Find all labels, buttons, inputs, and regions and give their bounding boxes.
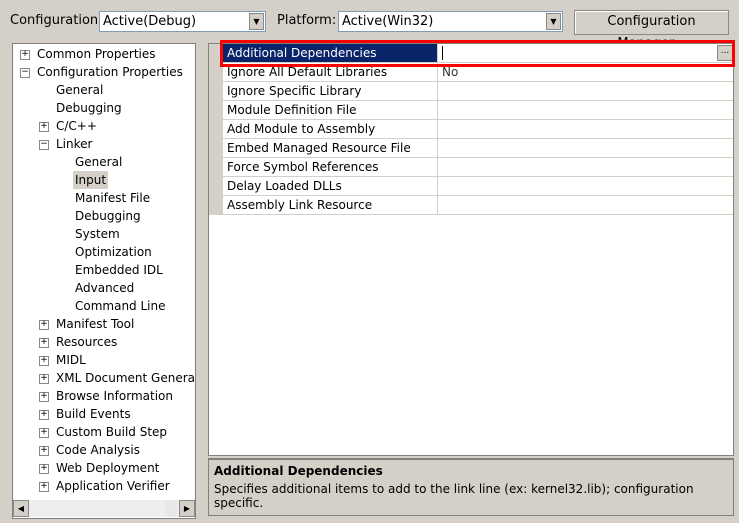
property-row[interactable]: Delay Loaded DLLs	[223, 177, 733, 196]
property-name: Assembly Link Resource	[223, 196, 438, 214]
expand-icon[interactable]: +	[39, 410, 49, 420]
property-name: Force Symbol References	[223, 158, 438, 176]
platform-value: Active(Win32)	[342, 14, 434, 29]
tree-item-label: Linker	[56, 137, 93, 151]
property-name: Add Module to Assembly	[223, 120, 438, 138]
chevron-down-icon[interactable]: ▼	[546, 13, 561, 30]
expand-icon[interactable]: +	[20, 50, 30, 60]
description-title: Additional Dependencies	[214, 464, 383, 478]
description-panel: Additional Dependencies Specifies additi…	[208, 458, 734, 516]
expand-icon[interactable]: +	[39, 356, 49, 366]
platform-label: Platform:	[277, 13, 337, 28]
property-name: Delay Loaded DLLs	[223, 177, 438, 195]
expand-icon[interactable]: +	[39, 122, 49, 132]
tree-item-label: Common Properties	[37, 47, 156, 61]
property-name: Embed Managed Resource File	[223, 139, 438, 157]
configuration-label: Configuration:	[10, 13, 103, 28]
property-row[interactable]: Embed Managed Resource File	[223, 139, 733, 158]
expand-icon[interactable]: +	[39, 428, 49, 438]
tree-item-label: Resources	[56, 335, 118, 349]
property-grid: Additional Dependencies... Ignore All Def…	[208, 43, 734, 456]
tree-item-label: Command Line	[75, 299, 166, 313]
tree-item-label: Advanced	[75, 281, 135, 295]
property-row[interactable]: Ignore Specific Library	[223, 82, 733, 101]
tree-item-label: Debugging	[75, 209, 141, 223]
configuration-dropdown[interactable]: Active(Debug) ▼	[99, 11, 266, 32]
grid-gutter	[209, 44, 223, 215]
platform-dropdown[interactable]: Active(Win32) ▼	[338, 11, 563, 32]
tree-item-label: Configuration Properties	[37, 65, 183, 79]
highlight-box	[220, 40, 735, 67]
tree-item-label: System	[75, 227, 120, 241]
property-row[interactable]: Module Definition File	[223, 101, 733, 120]
expand-icon[interactable]: +	[39, 446, 49, 456]
expand-icon[interactable]: +	[39, 464, 49, 474]
tree-item-label: MIDL	[56, 353, 86, 367]
expand-icon[interactable]: +	[39, 392, 49, 402]
scroll-right-icon[interactable]: ▶	[179, 500, 195, 517]
property-name: Module Definition File	[223, 101, 438, 119]
tree-item-label: Web Deployment	[56, 461, 160, 475]
tree-item-label: XML Document Generator	[56, 371, 196, 385]
tree-item-label: Manifest Tool	[56, 317, 135, 331]
configuration-manager-button[interactable]: Configuration Manager...	[574, 10, 729, 51]
property-row[interactable]: Assembly Link Resource	[223, 196, 733, 215]
tree-item-label: Manifest File	[75, 191, 151, 205]
tree-item-label: Browse Information	[56, 389, 173, 403]
expand-icon[interactable]: +	[39, 374, 49, 384]
expand-icon[interactable]: +	[39, 482, 49, 492]
tree-item-label: General	[56, 83, 104, 97]
property-tree[interactable]: + Common Properties − Configuration Propert…	[12, 43, 196, 519]
property-row[interactable]: Force Symbol References	[223, 158, 733, 177]
tree-item-label: Input	[73, 171, 109, 189]
tree-item-label: Debugging	[56, 101, 122, 115]
collapse-icon[interactable]: −	[20, 68, 30, 78]
scroll-left-icon[interactable]: ◀	[13, 500, 29, 517]
expand-icon[interactable]: +	[39, 320, 49, 330]
tree-item-label: C/C++	[56, 119, 97, 133]
tree-item-label: General	[75, 155, 123, 169]
configuration-value: Active(Debug)	[103, 14, 197, 29]
tree-item-label: Optimization	[75, 245, 152, 259]
property-row[interactable]: Add Module to Assembly	[223, 120, 733, 139]
property-name: Ignore Specific Library	[223, 82, 438, 100]
tree-item-label: Embedded IDL	[75, 263, 163, 277]
chevron-down-icon[interactable]: ▼	[249, 13, 264, 30]
description-text: Specifies additional items to add to the…	[214, 482, 694, 510]
tree-item-label: Custom Build Step	[56, 425, 168, 439]
tree-item-label: Build Events	[56, 407, 131, 421]
tree-item-label: Application Verifier	[56, 479, 170, 493]
expand-icon[interactable]: +	[39, 338, 49, 348]
tree-horizontal-scrollbar[interactable]: ◀ ▶	[13, 500, 195, 517]
tree-item-label: Code Analysis	[56, 443, 140, 457]
collapse-icon[interactable]: −	[39, 140, 49, 150]
